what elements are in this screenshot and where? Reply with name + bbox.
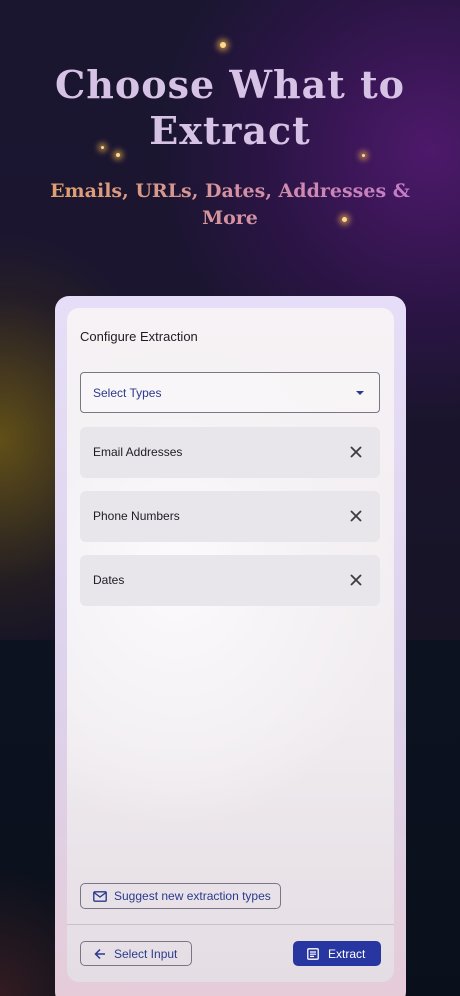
suggest-types-label: Suggest new extraction types (114, 889, 271, 903)
close-icon[interactable] (349, 509, 363, 523)
arrow-left-icon (94, 948, 105, 959)
select-types-dropdown[interactable]: Select Types (80, 372, 380, 413)
mail-icon (93, 890, 107, 902)
selected-type-chip: Phone Numbers (80, 491, 380, 542)
select-types-label: Select Types (93, 386, 162, 400)
card-title: Configure Extraction (80, 329, 198, 344)
document-icon (307, 947, 319, 960)
chip-label: Dates (93, 573, 125, 587)
divider (67, 924, 394, 925)
close-icon[interactable] (349, 573, 363, 587)
extract-label: Extract (328, 946, 366, 961)
select-input-button[interactable]: Select Input (80, 941, 192, 966)
chip-label: Phone Numbers (93, 509, 180, 523)
extraction-card: Configure Extraction Select Types Email … (55, 296, 406, 996)
extract-button[interactable]: Extract (293, 941, 381, 966)
page-title: Choose What to Extract (55, 62, 405, 153)
selected-type-chip: Dates (80, 555, 380, 606)
selected-type-chip: Email Addresses (80, 427, 380, 478)
chip-label: Email Addresses (93, 445, 183, 459)
close-icon[interactable] (349, 445, 363, 459)
arrow-down-icon (356, 391, 364, 395)
sparkle (220, 42, 226, 48)
select-input-label: Select Input (114, 946, 178, 961)
page-subtitle: Emails, URLs, Dates, Addresses & More (40, 178, 420, 232)
sparkle (362, 154, 365, 157)
suggest-types-button[interactable]: Suggest new extraction types (80, 883, 281, 909)
extraction-card-body: Configure Extraction Select Types Email … (67, 308, 394, 982)
